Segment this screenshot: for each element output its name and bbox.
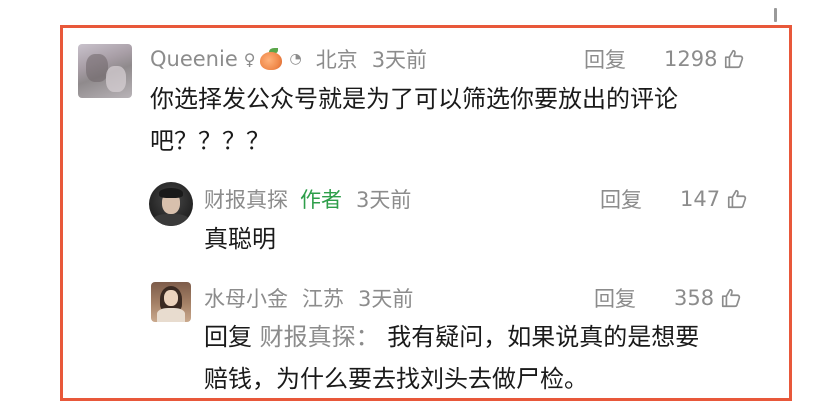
like-count: 358 <box>674 286 715 310</box>
reply-text-line: 真聪明 <box>204 225 276 253</box>
scrollbar-indicator <box>774 8 777 22</box>
badge-icon: ◔ <box>289 51 302 67</box>
reply-button[interactable]: 回复 <box>584 44 626 74</box>
avatar[interactable] <box>78 44 132 98</box>
username[interactable]: Queenie <box>150 47 238 71</box>
reply-text: 真聪明 <box>204 218 276 260</box>
author-badge: 作者 <box>300 188 342 212</box>
avatar[interactable] <box>151 282 191 322</box>
comment-text-line: 吧？？？？ <box>150 127 270 155</box>
reply-text-body: 我有疑问，如果说真的是想要 <box>387 323 700 351</box>
reply-actions: 回复 358 <box>594 283 742 313</box>
reply-text: 回复 财报真探： 我有疑问，如果说真的是想要 赔钱，为什么要去找刘头去做尸检。 <box>204 316 699 400</box>
like-count: 1298 <box>664 47 718 71</box>
comment-actions: 回复 1298 <box>584 44 745 74</box>
username[interactable]: 财报真探 <box>204 184 288 214</box>
comment-meta: Queenie ♀ ◔ 北京 3天前 <box>150 44 427 74</box>
reply-meta: 财报真探 作者 3天前 <box>204 184 411 214</box>
comment-text: 你选择发公众号就是为了可以筛选你要放出的评论 吧？？？？ <box>150 78 678 162</box>
timestamp: 3天前 <box>358 287 414 311</box>
thumbs-up-icon[interactable] <box>723 48 745 70</box>
location: 北京 <box>315 48 358 72</box>
reply-actions: 回复 147 <box>600 184 748 214</box>
reply-button[interactable]: 回复 <box>594 283 636 313</box>
reply-target-user[interactable]: 财报真探： <box>260 323 380 351</box>
reply-text-line: 回复 财报真探： 我有疑问，如果说真的是想要 <box>204 316 699 358</box>
reply-text-line: 赔钱，为什么要去找刘头去做尸检。 <box>204 365 588 393</box>
timestamp: 3天前 <box>371 48 428 72</box>
avatar[interactable] <box>149 182 193 226</box>
comment-screenshot: Queenie ♀ ◔ 北京 3天前 回复 1298 你选择发公众号就是为了可以… <box>0 0 828 414</box>
avatar-photo-shape <box>86 54 108 82</box>
timestamp: 3天前 <box>356 188 412 212</box>
reply-button[interactable]: 回复 <box>600 184 642 214</box>
peach-icon <box>259 48 283 70</box>
comment-text-line: 你选择发公众号就是为了可以筛选你要放出的评论 <box>150 85 678 113</box>
avatar-photo-shape <box>106 66 126 92</box>
location: 江苏 <box>302 287 344 311</box>
username[interactable]: 水母小金 <box>204 283 288 313</box>
female-icon: ♀ <box>243 49 256 69</box>
reply-meta: 水母小金 江苏 3天前 <box>204 283 413 313</box>
reply-prefix: 回复 <box>204 323 252 351</box>
thumbs-up-icon[interactable] <box>726 188 748 210</box>
like-count: 147 <box>680 187 721 211</box>
thumbs-up-icon[interactable] <box>720 287 742 309</box>
